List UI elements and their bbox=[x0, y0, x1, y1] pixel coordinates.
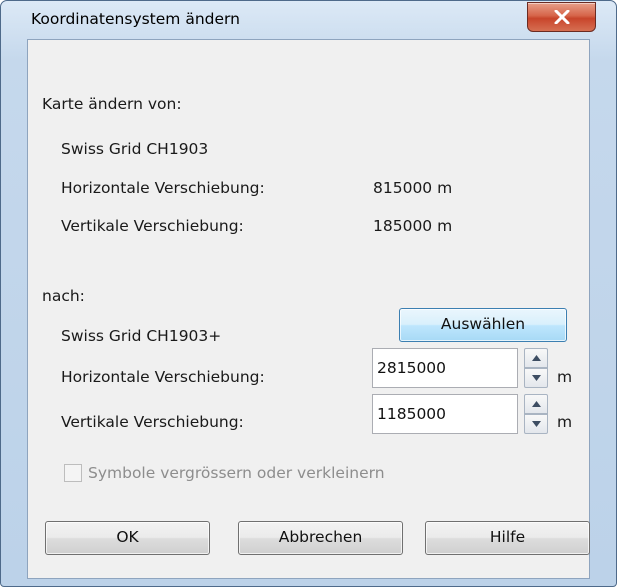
close-x-icon bbox=[554, 10, 570, 24]
dialog-content: Karte ändern von: Swiss Grid CH1903 Hori… bbox=[27, 39, 590, 579]
to-horizontal-label: Horizontale Verschiebung: bbox=[61, 368, 265, 386]
arrow-down-icon bbox=[532, 421, 541, 427]
from-horizontal-label: Horizontale Verschiebung: bbox=[61, 179, 265, 197]
dialog-window: Koordinatensystem ändern Karte ändern vo… bbox=[0, 0, 617, 587]
vertical-shift-input[interactable]: 1185000 bbox=[372, 394, 518, 434]
vertical-unit: m bbox=[557, 413, 573, 431]
scale-symbols-checkbox[interactable] bbox=[64, 464, 82, 482]
vertical-spin-up-button[interactable] bbox=[524, 394, 548, 414]
from-vertical-value: 185000 m bbox=[373, 217, 453, 235]
from-system-name: Swiss Grid CH1903 bbox=[61, 140, 209, 158]
vertical-shift-spinner bbox=[524, 394, 548, 434]
to-vertical-label: Vertikale Verschiebung: bbox=[61, 413, 244, 431]
from-vertical-label: Vertikale Verschiebung: bbox=[61, 217, 244, 235]
to-heading: nach: bbox=[42, 287, 85, 305]
ok-button[interactable]: OK bbox=[45, 521, 210, 555]
horizontal-shift-spinner bbox=[524, 348, 548, 388]
arrow-up-icon bbox=[532, 401, 541, 407]
vertical-spin-down-button[interactable] bbox=[524, 414, 548, 434]
horizontal-shift-input[interactable]: 2815000 bbox=[372, 348, 518, 388]
from-horizontal-value: 815000 m bbox=[373, 179, 453, 197]
arrow-down-icon bbox=[532, 375, 541, 381]
cancel-button[interactable]: Abbrechen bbox=[238, 521, 403, 555]
scale-symbols-label: Symbole vergrössern oder verkleinern bbox=[88, 464, 385, 482]
from-heading: Karte ändern von: bbox=[42, 95, 182, 113]
to-system-name: Swiss Grid CH1903+ bbox=[61, 327, 222, 345]
arrow-up-icon bbox=[532, 355, 541, 361]
select-system-button[interactable]: Auswählen bbox=[399, 308, 567, 342]
help-button[interactable]: Hilfe bbox=[425, 521, 590, 555]
close-button[interactable] bbox=[527, 2, 596, 32]
horizontal-unit: m bbox=[557, 368, 573, 386]
title-bar[interactable]: Koordinatensystem ändern bbox=[1, 1, 616, 39]
window-title: Koordinatensystem ändern bbox=[31, 10, 240, 28]
horizontal-spin-down-button[interactable] bbox=[524, 368, 548, 388]
horizontal-spin-up-button[interactable] bbox=[524, 348, 548, 368]
